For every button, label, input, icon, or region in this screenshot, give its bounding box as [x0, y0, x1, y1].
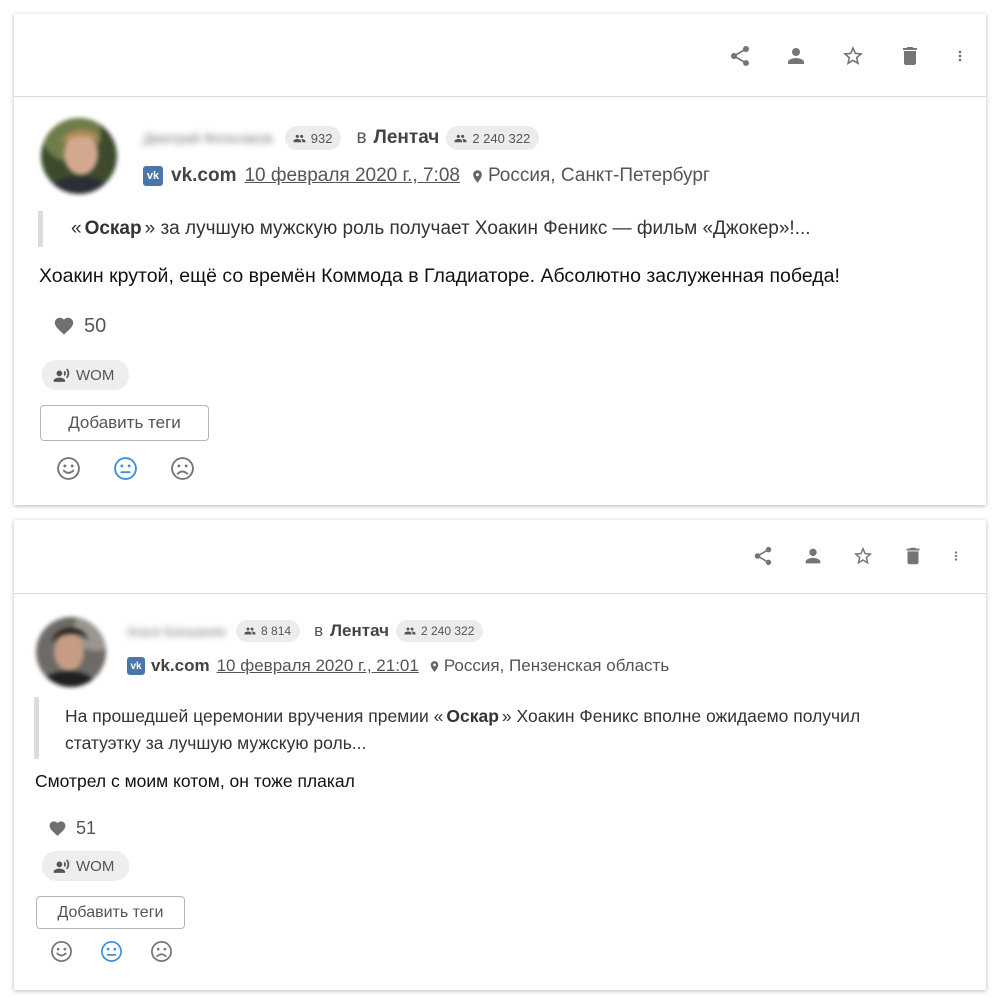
- avatar[interactable]: [36, 617, 106, 687]
- add-tags-button[interactable]: Добавить теги: [40, 405, 209, 441]
- quote-line-1: На прошедшей церемонии вручения премии «…: [65, 703, 974, 730]
- likes-count: 51: [76, 817, 97, 838]
- in-word: в: [356, 127, 367, 148]
- location-pin-icon: [473, 169, 482, 183]
- quote-block: «Оскар» за лучшую мужскую роль получает …: [38, 211, 968, 247]
- wom-label: WOM: [76, 857, 115, 875]
- source-row: vk vk.com 10 февраля 2020 г., 7:08 Росси…: [143, 163, 710, 189]
- group-followers-badge: 2 240 322: [446, 126, 540, 150]
- quote-close-mark: »: [144, 218, 156, 239]
- smile-icon[interactable]: [56, 456, 81, 481]
- avatar[interactable]: [41, 118, 117, 194]
- sad-face-icon[interactable]: [150, 940, 173, 963]
- star-icon[interactable]: [838, 41, 868, 71]
- post-card-2: Агасе Бахшанян 8 814 в Лентач 2 240 322 …: [14, 520, 986, 990]
- quote-open-mark: «: [71, 218, 82, 239]
- post-text: Смотрел с моим котом, он тоже плакал: [35, 771, 355, 791]
- card-toolbar-2: [14, 520, 986, 594]
- more-vert-icon[interactable]: [949, 542, 963, 570]
- group-followers-badge: 2 240 322: [395, 620, 484, 642]
- author-row: Дмитрий Фельчаков 932 в Лентач 2 240 322: [143, 125, 540, 151]
- post-text: Хоакин крутой, ещё со времён Коммода в Г…: [39, 265, 840, 287]
- wom-label: WOM: [76, 366, 115, 384]
- smile-icon[interactable]: [50, 940, 73, 963]
- group-followers-count: 2 240 322: [420, 624, 475, 638]
- heart-icon: [49, 820, 66, 836]
- group-name[interactable]: Лентач: [330, 621, 389, 641]
- card-toolbar-1: [14, 14, 986, 97]
- in-word: в: [314, 621, 324, 640]
- share-icon[interactable]: [725, 41, 755, 71]
- quote-text: Хоакин Феникс вполне ожидаемо получил: [511, 706, 861, 726]
- wom-tag[interactable]: WOM: [42, 360, 129, 390]
- trash-icon[interactable]: [899, 542, 927, 570]
- source-name: vk.com: [151, 656, 210, 675]
- more-vert-icon[interactable]: [952, 41, 968, 71]
- star-icon[interactable]: [849, 542, 877, 570]
- wom-tag[interactable]: WOM: [42, 851, 129, 881]
- post-date-link[interactable]: 10 февраля 2020 г., 21:01: [217, 656, 419, 676]
- record-voice-icon: [53, 367, 70, 382]
- record-voice-icon: [53, 858, 70, 873]
- source-row: vk vk.com 10 февраля 2020 г., 21:01 Росс…: [127, 654, 669, 678]
- source-name: vk.com: [171, 165, 237, 186]
- author-followers-badge: 8 814: [236, 620, 301, 642]
- people-icon: [404, 627, 416, 635]
- location-pin-icon: [430, 660, 439, 672]
- location-text: Россия, Пензенская область: [443, 656, 670, 675]
- trash-icon[interactable]: [895, 41, 925, 71]
- location-text: Россия, Санкт-Петербург: [487, 165, 710, 186]
- author-name[interactable]: Агасе Бахшанян: [127, 624, 226, 639]
- author-followers-count: 932: [310, 130, 333, 146]
- vk-icon: vk: [143, 166, 163, 186]
- author-followers-badge: 932: [284, 126, 342, 150]
- quote-bold-word: Оскар: [84, 218, 142, 239]
- quote-close-mark: »: [501, 706, 512, 726]
- vk-icon: vk: [127, 657, 145, 675]
- author-followers-count: 8 814: [261, 624, 292, 638]
- neutral-face-icon[interactable]: [113, 456, 138, 481]
- post-body-2: Агасе Бахшанян 8 814 в Лентач 2 240 322 …: [14, 594, 986, 990]
- group-followers-count: 2 240 322: [472, 130, 531, 146]
- person-icon[interactable]: [781, 41, 811, 71]
- sentiment-selector: [56, 455, 195, 481]
- likes: 50: [52, 313, 106, 339]
- neutral-face-icon[interactable]: [100, 940, 123, 963]
- location: Россия, Санкт-Петербург: [470, 165, 710, 187]
- post-card-1: Дмитрий Фельчаков 932 в Лентач 2 240 322…: [14, 14, 986, 505]
- author-name[interactable]: Дмитрий Фельчаков: [143, 130, 273, 146]
- likes: 51: [47, 816, 96, 840]
- location: Россия, Пензенская область: [428, 656, 669, 676]
- quote-text-before: На прошедшей церемонии вручения премии: [65, 706, 434, 726]
- author-row: Агасе Бахшанян 8 814 в Лентач 2 240 322: [127, 619, 484, 643]
- add-tags-button[interactable]: Добавить теги: [36, 896, 185, 929]
- likes-count: 50: [84, 314, 107, 337]
- sad-face-icon[interactable]: [170, 456, 195, 481]
- quote-open-mark: «: [433, 706, 444, 726]
- sentiment-selector: [50, 939, 173, 963]
- quote-block: На прошедшей церемонии вручения премии «…: [34, 697, 974, 759]
- heart-icon: [54, 317, 74, 335]
- people-icon: [454, 134, 467, 142]
- quote-bold-word: Оскар: [446, 706, 499, 726]
- share-icon[interactable]: [749, 542, 777, 570]
- person-icon[interactable]: [799, 542, 827, 570]
- post-date-link[interactable]: 10 февраля 2020 г., 7:08: [244, 165, 459, 187]
- people-icon: [244, 627, 256, 635]
- post-body-1: Дмитрий Фельчаков 932 в Лентач 2 240 322…: [14, 97, 986, 505]
- quote-line-2: статуэтку за лучшую мужскую роль...: [65, 733, 367, 753]
- people-icon: [293, 134, 306, 142]
- group-name[interactable]: Лентач: [374, 127, 440, 149]
- quote-text: за лучшую мужскую роль получает Хоакин Ф…: [155, 218, 811, 239]
